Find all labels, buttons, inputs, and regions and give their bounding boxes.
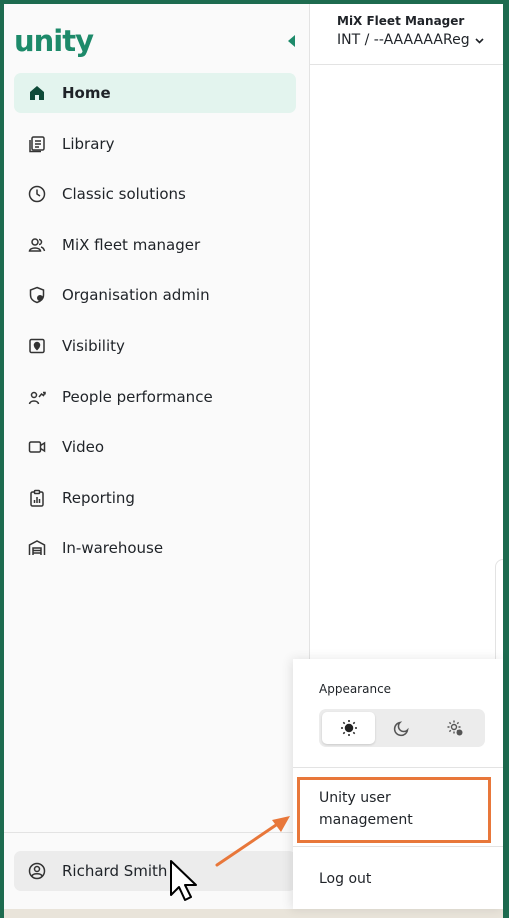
sidebar-item-mix-fleet-manager[interactable]: MiX fleet manager (14, 225, 296, 265)
sidebar-item-label: Organisation admin (62, 286, 210, 305)
sidebar-item-label: Visibility (62, 336, 125, 355)
sidebar-item-label: People performance (62, 387, 213, 406)
sidebar-nav: Home Library Classic solutions MiX fleet… (14, 73, 296, 579)
sidebar-item-in-warehouse[interactable]: In-warehouse (14, 528, 296, 568)
theme-dark-button[interactable] (375, 712, 428, 744)
collapse-sidebar-icon[interactable] (288, 35, 295, 47)
home-icon (27, 83, 47, 103)
sidebar-item-label: Home (62, 84, 111, 102)
theme-switcher (319, 709, 485, 747)
org-title: MiX Fleet Manager (337, 14, 465, 28)
sidebar: unity Home Library Classic solutions MiX… (4, 4, 310, 909)
sidebar-item-classic-solutions[interactable]: Classic solutions (14, 174, 296, 214)
unity-logo: unity (14, 24, 94, 58)
warehouse-icon (27, 538, 47, 558)
log-out-item[interactable]: Log out (319, 868, 371, 890)
user-profile-button[interactable]: Richard Smith (14, 851, 296, 891)
chevron-down-icon (475, 37, 484, 44)
map-pin-icon (27, 336, 47, 356)
sun-icon (340, 720, 357, 736)
sidebar-item-home[interactable]: Home (14, 73, 296, 113)
user-name: Richard Smith (62, 862, 168, 880)
popover-divider (293, 767, 503, 768)
sidebar-item-people-performance[interactable]: People performance (14, 377, 296, 417)
sidebar-item-video[interactable]: Video (14, 427, 296, 467)
theme-system-button[interactable] (429, 712, 482, 744)
header: MiX Fleet Manager INT / --AAAAAAReg (310, 4, 503, 65)
sidebar-item-library[interactable]: Library (14, 124, 296, 164)
theme-light-button[interactable] (322, 712, 376, 744)
users-icon (27, 235, 47, 255)
sidebar-item-visibility[interactable]: Visibility (14, 326, 296, 366)
sidebar-item-label: Video (62, 438, 105, 457)
sidebar-item-label: MiX fleet manager (62, 235, 201, 254)
video-icon (27, 437, 47, 457)
sidebar-item-label: In-warehouse (62, 539, 164, 558)
moon-icon (393, 721, 409, 737)
gear-icon (447, 720, 463, 736)
taskbar-strip (4, 909, 503, 918)
annotation-highlight-box (297, 777, 491, 843)
performance-icon (27, 387, 47, 407)
sidebar-item-label: Reporting (62, 488, 135, 507)
clipboard-chart-icon (27, 488, 47, 508)
shield-user-icon (27, 285, 47, 305)
clock-icon (27, 184, 47, 204)
sidebar-item-label: Library (62, 134, 115, 153)
library-icon (27, 134, 47, 154)
org-selector[interactable]: INT / --AAAAAAReg (337, 32, 485, 48)
popover-divider (293, 846, 503, 847)
sidebar-item-label: Classic solutions (62, 185, 186, 204)
user-circle-icon (27, 861, 47, 881)
sidebar-item-reporting[interactable]: Reporting (14, 478, 296, 518)
appearance-label: Appearance (319, 682, 392, 696)
sidebar-divider (4, 832, 310, 833)
org-selector-label: INT / --AAAAAAReg (337, 32, 470, 48)
sidebar-item-organisation-admin[interactable]: Organisation admin (14, 275, 296, 315)
